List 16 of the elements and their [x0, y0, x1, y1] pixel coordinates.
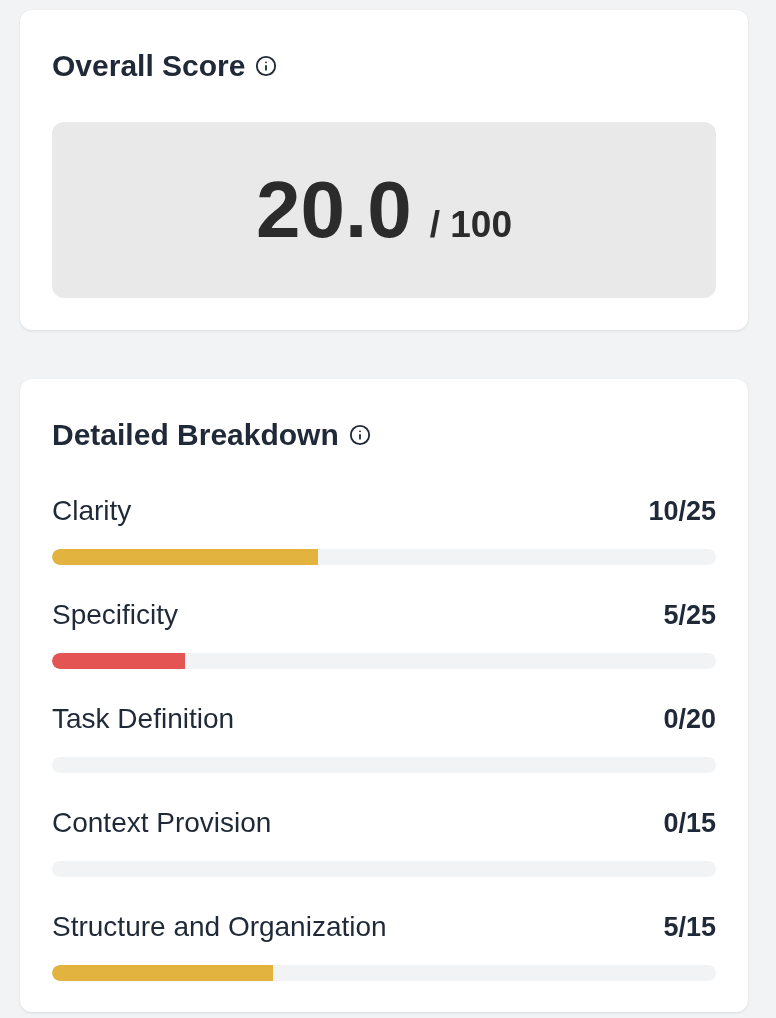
category-label: Task Definition: [52, 702, 235, 736]
card-title: Overall Score: [52, 48, 246, 84]
category-score: 0/20: [663, 703, 716, 736]
category-score: 10/25: [648, 495, 716, 528]
score-max: / 100: [429, 206, 512, 243]
category-score: 5/15: [663, 911, 716, 944]
card-title: Detailed Breakdown: [52, 417, 339, 453]
category-label: Context Provision: [52, 806, 272, 840]
category-score: 0/15: [663, 807, 716, 840]
category-score: 5/25: [663, 599, 716, 632]
info-icon[interactable]: [255, 55, 278, 77]
category-label: Specificity: [52, 598, 179, 632]
score-value: 20.0: [256, 170, 412, 250]
category-label: Structure and Organization: [52, 910, 387, 944]
category-label: Clarity: [52, 494, 132, 528]
info-icon[interactable]: [348, 424, 371, 446]
